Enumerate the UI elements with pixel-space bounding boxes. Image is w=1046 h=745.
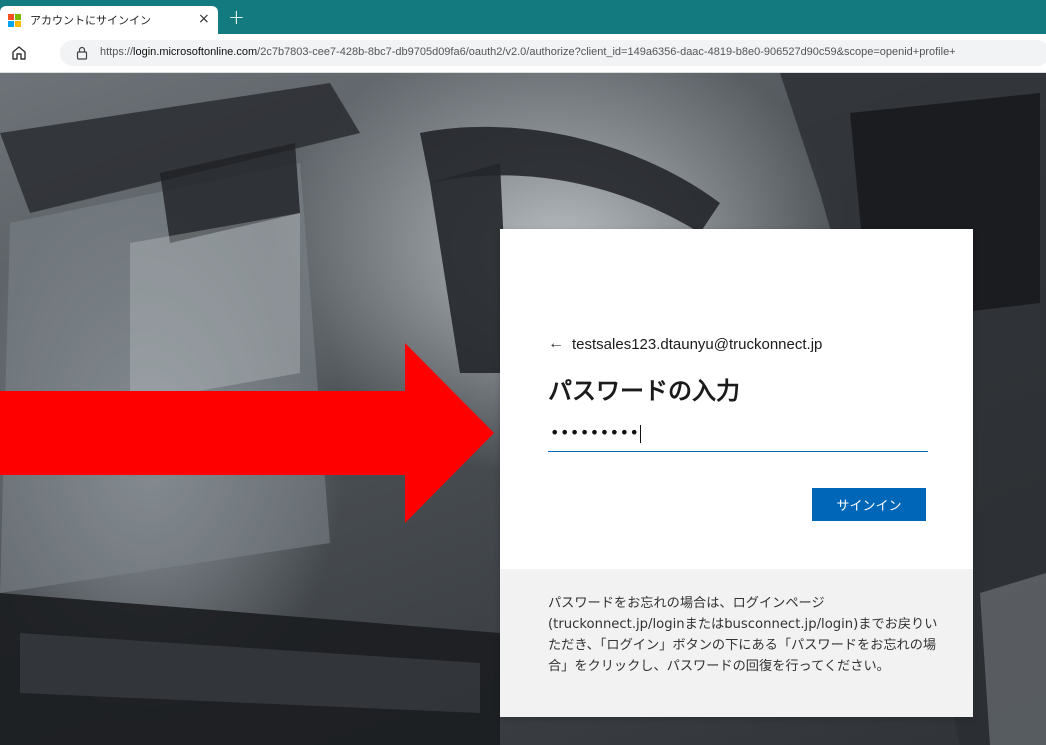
close-icon[interactable]: × [198,10,210,28]
signin-card: ← testsales123.dtaunyu@truckonnect.jp パス… [500,229,973,717]
plus-icon[interactable]: + [228,6,245,28]
red-arrow-annotation [0,343,494,523]
url-path: /2c7b7803-cee7-428b-8bc7-db9705d09fa6/oa… [257,46,956,58]
home-icon[interactable] [10,44,28,62]
microsoft-logo-icon [8,14,21,27]
help-note-box: パスワードをお忘れの場合は、ログインページ(truckonnect.jp/log… [500,569,973,717]
account-row[interactable]: ← testsales123.dtaunyu@truckonnect.jp [548,335,822,353]
url-field[interactable]: https://login.microsoftonline.com/2c7b78… [60,40,1046,66]
address-bar: https://login.microsoftonline.com/2c7b78… [0,34,1046,73]
url-host: login.microsoftonline.com [133,46,258,58]
tab-active[interactable]: アカウントにサインイン × [0,6,218,34]
signin-button[interactable]: サインイン [812,488,926,521]
tab-strip: アカウントにサインイン × + [0,0,1046,34]
password-field[interactable] [548,419,928,452]
url-text[interactable]: https://login.microsoftonline.com/2c7b78… [100,46,956,58]
back-arrow-icon[interactable]: ← [548,335,564,353]
help-note-text: パスワードをお忘れの場合は、ログインページ(truckonnect.jp/log… [548,596,938,674]
tab-title: アカウントにサインイン [30,14,151,27]
page-title: パスワードの入力 [548,377,740,405]
account-email: testsales123.dtaunyu@truckonnect.jp [572,335,823,353]
url-scheme: https:// [100,46,134,58]
lock-icon[interactable] [76,46,88,60]
page-background: ← testsales123.dtaunyu@truckonnect.jp パス… [0,73,1046,745]
